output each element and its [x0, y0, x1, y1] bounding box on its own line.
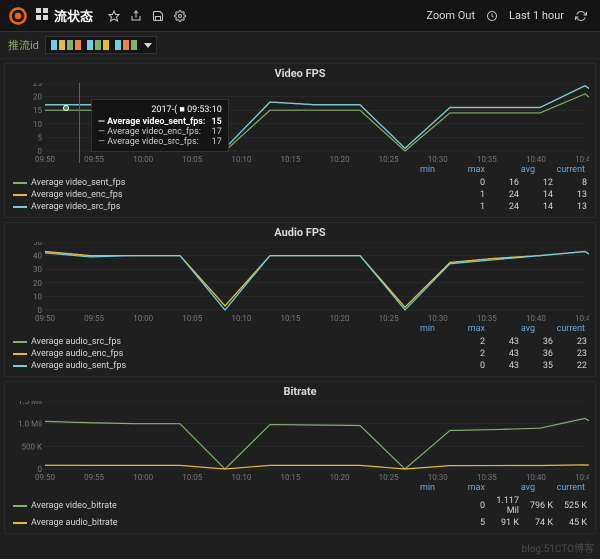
svg-text:09:55: 09:55	[84, 155, 104, 163]
svg-text:10:15: 10:15	[280, 473, 300, 481]
panel-bitrate: Bitrate0500 K1.0 Mil1.5 Mil09:5009:5510:…	[4, 381, 596, 534]
variable-value-picker[interactable]	[45, 36, 157, 54]
legend-stats-header: minmaxavgcurrent	[5, 163, 595, 175]
panel-title[interactable]: Audio FPS	[5, 223, 595, 242]
star-icon[interactable]	[108, 10, 120, 22]
svg-text:15: 15	[33, 106, 42, 115]
svg-text:10:20: 10:20	[330, 473, 350, 481]
svg-text:10:05: 10:05	[182, 473, 202, 481]
svg-text:09:50: 09:50	[35, 314, 55, 322]
hover-marker-line	[79, 83, 80, 163]
svg-text:10:45: 10:45	[575, 473, 589, 481]
legend-item[interactable]: Average audio_enc_fps2433623	[13, 348, 587, 360]
hover-point-icon	[63, 105, 69, 111]
svg-text:10:00: 10:00	[133, 155, 153, 163]
svg-text:10:00: 10:00	[133, 314, 153, 322]
legend-stats-header: minmaxavgcurrent	[5, 481, 595, 493]
dashboard-title[interactable]: 流状态	[54, 6, 93, 25]
legend-item[interactable]: Average audio_sent_fps0433522	[13, 360, 587, 372]
time-range-picker[interactable]: Last 1 hour	[509, 9, 564, 22]
svg-text:10:25: 10:25	[379, 314, 399, 322]
svg-text:10:10: 10:10	[231, 473, 251, 481]
svg-text:10:30: 10:30	[428, 155, 448, 163]
svg-text:09:50: 09:50	[35, 155, 55, 163]
svg-text:30: 30	[33, 265, 42, 274]
svg-text:09:55: 09:55	[84, 314, 104, 322]
svg-text:10:15: 10:15	[280, 155, 300, 163]
svg-text:10:25: 10:25	[379, 473, 399, 481]
svg-text:10:05: 10:05	[182, 314, 202, 322]
variable-label-stream-id: 推流id	[8, 37, 39, 53]
svg-text:5: 5	[38, 133, 43, 142]
svg-text:20: 20	[33, 93, 42, 102]
graph-canvas[interactable]: 0500 K1.0 Mil1.5 Mil09:5009:5510:0010:05…	[11, 401, 589, 481]
legend-item[interactable]: Average audio_src_fps2433623	[13, 336, 587, 348]
svg-text:1.5 Mil: 1.5 Mil	[18, 401, 42, 406]
clock-icon[interactable]	[486, 10, 498, 22]
graph-canvas[interactable]: 0102030405009:5009:5510:0010:0510:1010:1…	[11, 242, 589, 322]
zoom-out-button[interactable]: Zoom Out	[426, 9, 475, 22]
svg-text:10:20: 10:20	[330, 314, 350, 322]
svg-text:10:40: 10:40	[526, 473, 546, 481]
svg-text:10:35: 10:35	[477, 314, 497, 322]
save-icon[interactable]	[152, 10, 164, 22]
top-navbar: 流状态 Zoom Out Last 1 hour	[0, 0, 600, 32]
svg-text:10:45: 10:45	[575, 155, 589, 163]
svg-text:10:35: 10:35	[477, 473, 497, 481]
refresh-icon[interactable]	[575, 10, 587, 22]
svg-text:10:45: 10:45	[575, 314, 589, 322]
svg-text:10:05: 10:05	[182, 155, 202, 163]
svg-text:25: 25	[33, 83, 42, 88]
svg-text:10:25: 10:25	[379, 155, 399, 163]
watermark-text: blog.51CTO博客	[522, 540, 594, 555]
legend-item[interactable]: Average video_bitrate01.117 Mil796 K525 …	[13, 495, 587, 517]
legend-item[interactable]: Average video_enc_fps1241413	[13, 189, 587, 201]
svg-text:09:50: 09:50	[35, 473, 55, 481]
svg-text:40: 40	[33, 252, 42, 261]
dashboard-grid-icon[interactable]	[36, 8, 48, 23]
svg-text:20: 20	[33, 279, 42, 288]
svg-text:09:55: 09:55	[84, 473, 104, 481]
legend: Average audio_src_fps2433623Average audi…	[5, 334, 595, 376]
svg-text:10:30: 10:30	[428, 314, 448, 322]
legend-item[interactable]: Average video_src_fps1241413	[13, 201, 587, 213]
svg-text:10:10: 10:10	[231, 155, 251, 163]
svg-text:10:10: 10:10	[231, 314, 251, 322]
svg-text:10:35: 10:35	[477, 155, 497, 163]
svg-text:10:15: 10:15	[280, 314, 300, 322]
svg-text:50: 50	[33, 242, 42, 247]
grafana-logo-icon[interactable]	[8, 6, 28, 26]
svg-text:1.0 Mil: 1.0 Mil	[18, 420, 42, 429]
svg-text:10:00: 10:00	[133, 473, 153, 481]
legend-stats-header: minmaxavgcurrent	[5, 322, 595, 334]
svg-text:500 K: 500 K	[22, 442, 43, 451]
settings-icon[interactable]	[174, 10, 186, 22]
svg-text:10:20: 10:20	[330, 155, 350, 163]
panel-video-fps: Video FPS051015202509:5009:5510:0010:051…	[4, 63, 596, 218]
legend-item[interactable]: Average video_sent_fps016128	[13, 177, 587, 189]
graph-tooltip: 2017-( ■ 09:53:10— Average video_sent_fp…	[91, 99, 229, 152]
panel-title[interactable]: Bitrate	[5, 382, 595, 401]
panel-audio-fps: Audio FPS0102030405009:5009:5510:0010:05…	[4, 222, 596, 377]
legend: Average video_bitrate01.117 Mil796 K525 …	[5, 493, 595, 533]
template-variables-row: 推流id	[0, 32, 600, 59]
panel-title[interactable]: Video FPS	[5, 64, 595, 83]
legend: Average video_sent_fps016128Average vide…	[5, 175, 595, 217]
svg-text:10: 10	[33, 292, 42, 301]
share-icon[interactable]	[130, 10, 142, 22]
svg-text:10:40: 10:40	[526, 314, 546, 322]
graph-canvas[interactable]: 051015202509:5009:5510:0010:0510:1010:15…	[11, 83, 589, 163]
svg-text:10:30: 10:30	[428, 473, 448, 481]
legend-item[interactable]: Average audio_bitrate591 K74 K45 K	[13, 517, 587, 529]
svg-text:10:40: 10:40	[526, 155, 546, 163]
svg-text:10: 10	[33, 120, 42, 129]
